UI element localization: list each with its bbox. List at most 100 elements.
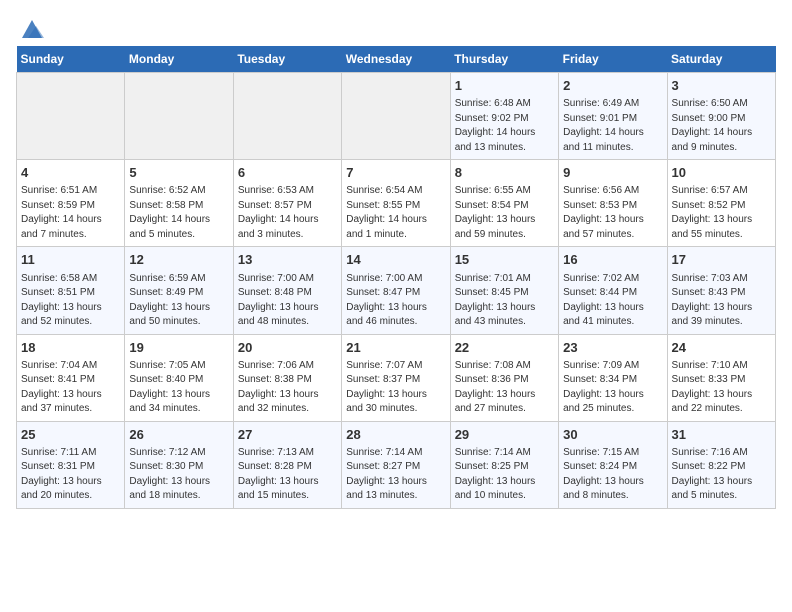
day-number: 21 <box>346 339 445 357</box>
calendar-cell: 25 Sunrise: 7:11 AM Sunset: 8:31 PM Dayli… <box>17 421 125 508</box>
day-number: 13 <box>238 251 337 269</box>
calendar-cell: 23 Sunrise: 7:09 AM Sunset: 8:34 PM Dayli… <box>559 334 667 421</box>
calendar-cell: 3 Sunrise: 6:50 AM Sunset: 9:00 PM Daylig… <box>667 73 775 160</box>
day-number: 16 <box>563 251 662 269</box>
calendar-cell: 24 Sunrise: 7:10 AM Sunset: 8:33 PM Dayli… <box>667 334 775 421</box>
week-row-2: 4 Sunrise: 6:51 AM Sunset: 8:59 PM Daylig… <box>17 160 776 247</box>
week-row-1: 1Sunrise: 6:48 AM Sunset: 9:02 PM Daylig… <box>17 73 776 160</box>
day-number: 27 <box>238 426 337 444</box>
calendar-cell: 30 Sunrise: 7:15 AM Sunset: 8:24 PM Dayli… <box>559 421 667 508</box>
logo <box>16 16 46 38</box>
day-number: 23 <box>563 339 662 357</box>
day-info: Sunrise: 6:59 AM Sunset: 8:49 PM Dayligh… <box>129 272 228 330</box>
calendar-cell: 1Sunrise: 6:48 AM Sunset: 9:02 PM Daylig… <box>450 73 558 160</box>
day-info: Sunrise: 7:10 AM Sunset: 8:33 PM Dayligh… <box>672 359 771 417</box>
calendar-cell: 18 Sunrise: 7:04 AM Sunset: 8:41 PM Dayli… <box>17 334 125 421</box>
day-number: 30 <box>563 426 662 444</box>
day-number: 10 <box>672 164 771 182</box>
day-info: Sunrise: 7:02 AM Sunset: 8:44 PM Dayligh… <box>563 272 662 330</box>
calendar-cell <box>342 73 450 160</box>
day-number: 25 <box>21 426 120 444</box>
day-number: 1 <box>455 77 554 95</box>
header-day-friday: Friday <box>559 46 667 73</box>
day-number: 8 <box>455 164 554 182</box>
calendar-cell: 16 Sunrise: 7:02 AM Sunset: 8:44 PM Dayli… <box>559 247 667 334</box>
day-info: Sunrise: 7:09 AM Sunset: 8:34 PM Dayligh… <box>563 359 662 417</box>
calendar-cell: 20 Sunrise: 7:06 AM Sunset: 8:38 PM Dayli… <box>233 334 341 421</box>
day-info: Sunrise: 7:14 AM Sunset: 8:27 PM Dayligh… <box>346 446 445 504</box>
day-number: 2 <box>563 77 662 95</box>
day-number: 15 <box>455 251 554 269</box>
calendar-cell: 14 Sunrise: 7:00 AM Sunset: 8:47 PM Dayli… <box>342 247 450 334</box>
calendar-cell: 28 Sunrise: 7:14 AM Sunset: 8:27 PM Dayli… <box>342 421 450 508</box>
calendar-cell: 4 Sunrise: 6:51 AM Sunset: 8:59 PM Daylig… <box>17 160 125 247</box>
calendar-cell: 17Sunrise: 7:03 AM Sunset: 8:43 PM Dayli… <box>667 247 775 334</box>
calendar-cell: 11Sunrise: 6:58 AM Sunset: 8:51 PM Dayli… <box>17 247 125 334</box>
calendar-cell: 13 Sunrise: 7:00 AM Sunset: 8:48 PM Dayli… <box>233 247 341 334</box>
calendar-cell: 27 Sunrise: 7:13 AM Sunset: 8:28 PM Dayli… <box>233 421 341 508</box>
calendar-cell: 15 Sunrise: 7:01 AM Sunset: 8:45 PM Dayli… <box>450 247 558 334</box>
day-info: Sunrise: 7:03 AM Sunset: 8:43 PM Dayligh… <box>672 272 771 330</box>
header-day-tuesday: Tuesday <box>233 46 341 73</box>
day-number: 22 <box>455 339 554 357</box>
calendar-cell: 22 Sunrise: 7:08 AM Sunset: 8:36 PM Dayli… <box>450 334 558 421</box>
day-number: 19 <box>129 339 228 357</box>
day-info: Sunrise: 6:53 AM Sunset: 8:57 PM Dayligh… <box>238 184 337 242</box>
calendar-cell: 8Sunrise: 6:55 AM Sunset: 8:54 PM Daylig… <box>450 160 558 247</box>
header-day-sunday: Sunday <box>17 46 125 73</box>
week-row-3: 11Sunrise: 6:58 AM Sunset: 8:51 PM Dayli… <box>17 247 776 334</box>
day-info: Sunrise: 7:13 AM Sunset: 8:28 PM Dayligh… <box>238 446 337 504</box>
day-number: 28 <box>346 426 445 444</box>
day-number: 18 <box>21 339 120 357</box>
day-info: Sunrise: 7:16 AM Sunset: 8:22 PM Dayligh… <box>672 446 771 504</box>
day-number: 5 <box>129 164 228 182</box>
day-number: 12 <box>129 251 228 269</box>
day-info: Sunrise: 7:11 AM Sunset: 8:31 PM Dayligh… <box>21 446 120 504</box>
calendar-header: SundayMondayTuesdayWednesdayThursdayFrid… <box>17 46 776 73</box>
calendar-cell: 6 Sunrise: 6:53 AM Sunset: 8:57 PM Daylig… <box>233 160 341 247</box>
day-info: Sunrise: 6:49 AM Sunset: 9:01 PM Dayligh… <box>563 97 662 155</box>
day-number: 29 <box>455 426 554 444</box>
day-info: Sunrise: 6:50 AM Sunset: 9:00 PM Dayligh… <box>672 97 771 155</box>
day-number: 20 <box>238 339 337 357</box>
week-row-5: 25 Sunrise: 7:11 AM Sunset: 8:31 PM Dayli… <box>17 421 776 508</box>
calendar-table: SundayMondayTuesdayWednesdayThursdayFrid… <box>16 46 776 509</box>
header-day-monday: Monday <box>125 46 233 73</box>
day-info: Sunrise: 7:00 AM Sunset: 8:48 PM Dayligh… <box>238 272 337 330</box>
logo-icon <box>18 16 46 44</box>
header-row: SundayMondayTuesdayWednesdayThursdayFrid… <box>17 46 776 73</box>
day-info: Sunrise: 6:56 AM Sunset: 8:53 PM Dayligh… <box>563 184 662 242</box>
day-info: Sunrise: 7:01 AM Sunset: 8:45 PM Dayligh… <box>455 272 554 330</box>
day-number: 9 <box>563 164 662 182</box>
day-info: Sunrise: 7:12 AM Sunset: 8:30 PM Dayligh… <box>129 446 228 504</box>
calendar-cell <box>17 73 125 160</box>
calendar-cell: 5 Sunrise: 6:52 AM Sunset: 8:58 PM Daylig… <box>125 160 233 247</box>
day-info: Sunrise: 6:54 AM Sunset: 8:55 PM Dayligh… <box>346 184 445 242</box>
calendar-cell <box>233 73 341 160</box>
day-info: Sunrise: 7:04 AM Sunset: 8:41 PM Dayligh… <box>21 359 120 417</box>
day-number: 26 <box>129 426 228 444</box>
day-info: Sunrise: 7:15 AM Sunset: 8:24 PM Dayligh… <box>563 446 662 504</box>
calendar-cell: 29Sunrise: 7:14 AM Sunset: 8:25 PM Dayli… <box>450 421 558 508</box>
day-info: Sunrise: 6:58 AM Sunset: 8:51 PM Dayligh… <box>21 272 120 330</box>
day-info: Sunrise: 6:51 AM Sunset: 8:59 PM Dayligh… <box>21 184 120 242</box>
day-number: 24 <box>672 339 771 357</box>
day-number: 14 <box>346 251 445 269</box>
day-number: 3 <box>672 77 771 95</box>
day-number: 7 <box>346 164 445 182</box>
day-info: Sunrise: 7:08 AM Sunset: 8:36 PM Dayligh… <box>455 359 554 417</box>
day-info: Sunrise: 7:07 AM Sunset: 8:37 PM Dayligh… <box>346 359 445 417</box>
week-row-4: 18 Sunrise: 7:04 AM Sunset: 8:41 PM Dayli… <box>17 334 776 421</box>
header-day-thursday: Thursday <box>450 46 558 73</box>
calendar-cell: 10 Sunrise: 6:57 AM Sunset: 8:52 PM Dayli… <box>667 160 775 247</box>
day-info: Sunrise: 7:00 AM Sunset: 8:47 PM Dayligh… <box>346 272 445 330</box>
day-number: 4 <box>21 164 120 182</box>
calendar-cell: 31Sunrise: 7:16 AM Sunset: 8:22 PM Dayli… <box>667 421 775 508</box>
day-info: Sunrise: 7:06 AM Sunset: 8:38 PM Dayligh… <box>238 359 337 417</box>
day-info: Sunrise: 6:57 AM Sunset: 8:52 PM Dayligh… <box>672 184 771 242</box>
header-day-wednesday: Wednesday <box>342 46 450 73</box>
day-info: Sunrise: 7:05 AM Sunset: 8:40 PM Dayligh… <box>129 359 228 417</box>
day-number: 6 <box>238 164 337 182</box>
calendar-cell: 12 Sunrise: 6:59 AM Sunset: 8:49 PM Dayli… <box>125 247 233 334</box>
day-info: Sunrise: 6:52 AM Sunset: 8:58 PM Dayligh… <box>129 184 228 242</box>
